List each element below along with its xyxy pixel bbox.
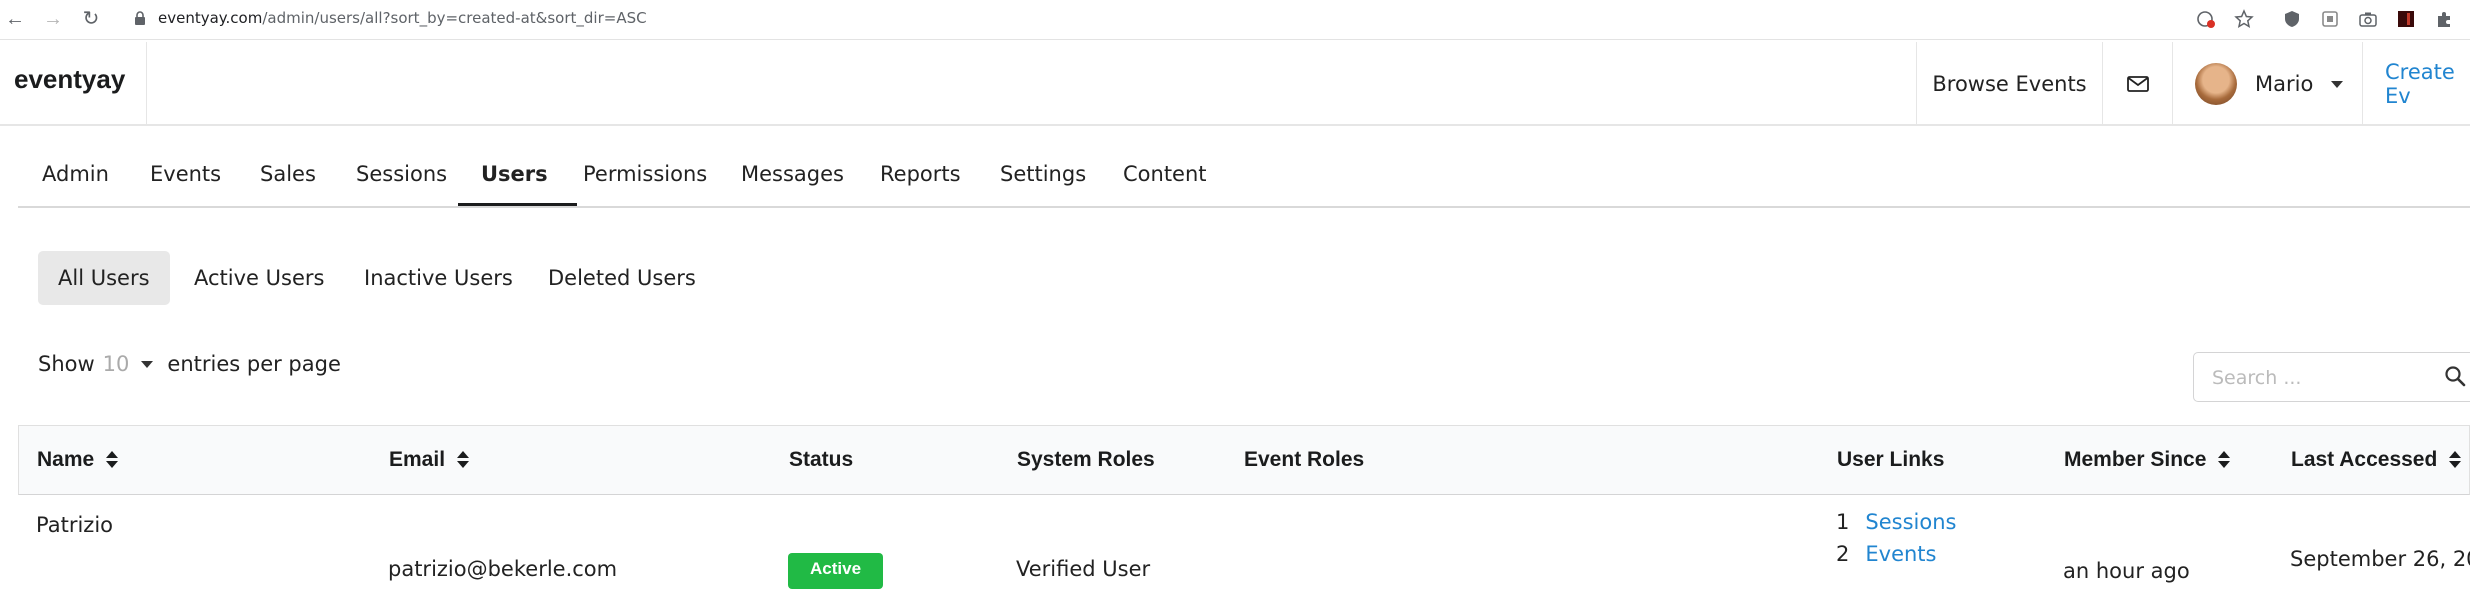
tab-users[interactable]: Users [481,162,548,186]
camera-icon[interactable] [2358,9,2378,29]
browse-events-link[interactable]: Browse Events [1916,42,2102,126]
table-header: Name Email Status System Roles Event Rol… [18,425,2470,495]
sort-icon[interactable] [106,450,119,470]
column-header-label: Status [789,448,854,471]
star-bookmark-icon[interactable] [2234,9,2254,29]
column-name[interactable]: Name [37,448,119,472]
subtab-label: Active Users [194,266,325,290]
tab-admin[interactable]: Admin [42,162,109,186]
subtab-deleted-users[interactable]: Deleted Users [528,251,716,305]
column-header-label: Last Accessed [2291,448,2438,471]
column-email[interactable]: Email [389,448,470,472]
entries-suffix: entries per page [167,352,341,376]
tab-sales[interactable]: Sales [260,162,316,186]
header-divider [146,42,147,126]
subtab-inactive-users[interactable]: Inactive Users [344,251,533,305]
search-icon[interactable] [2444,365,2466,387]
lock-icon [135,11,145,25]
cell-member-since: an hour ago [2063,559,2190,583]
column-last-accessed[interactable]: Last Accessed [2291,448,2462,472]
dark-extension-icon[interactable] [2396,9,2416,29]
shield-extension-icon[interactable] [2282,9,2302,29]
tab-content[interactable]: Content [1123,162,1207,186]
tab-messages[interactable]: Messages [741,162,844,186]
tab-sessions[interactable]: Sessions [356,162,447,186]
chevron-down-icon[interactable] [141,360,154,368]
cell-last-accessed: September 26, 2020 [2290,547,2470,571]
subtab-label: Deleted Users [548,266,696,290]
sessions-link[interactable]: Sessions [1865,510,1956,534]
url-host: eventyay.com [158,9,263,27]
sort-icon[interactable] [2218,450,2231,470]
cell-email: patrizio@bekerle.com [388,557,618,581]
app-header: eventyay Browse Events Mario Create Ev [0,42,2470,126]
column-header-label: User Links [1837,448,1945,471]
user-link-item: 1 Sessions [1836,510,1956,534]
user-link-item: 2 Events [1836,542,1936,566]
column-event-roles: Event Roles [1244,448,1364,472]
browser-toolbar: ← → ↻ eventyay.com/admin/users/all?sort_… [0,0,2470,40]
avatar [2195,63,2237,105]
envelope-icon [2126,76,2149,92]
browse-events-label: Browse Events [1932,72,2087,96]
back-icon[interactable]: ← [4,8,26,30]
column-member-since[interactable]: Member Since [2064,448,2231,472]
link-index: 2 [1836,542,1850,566]
column-header-label: Name [37,448,95,471]
table-row: Patrizio patrizio@bekerle.com Active Ver… [18,495,2470,589]
forward-icon[interactable]: → [42,8,64,30]
subtab-label: Inactive Users [364,266,513,290]
cookie-blocked-icon[interactable] [2196,9,2216,29]
subtab-label: All Users [58,266,150,290]
search-input[interactable]: Search ... [2193,352,2470,402]
puzzle-extensions-icon[interactable] [2434,9,2454,29]
entries-per-page: Show 10 entries per page [38,352,341,376]
messages-button[interactable] [2102,42,2172,126]
subtab-active-users[interactable]: Active Users [174,251,344,305]
cell-name: Patrizio [36,513,113,537]
reload-icon[interactable]: ↻ [80,8,102,30]
cell-system-roles: Verified User [1016,557,1151,581]
active-tab-indicator [458,203,577,206]
create-event-link[interactable]: Create Ev [2362,42,2470,126]
user-menu-dropdown[interactable]: Mario [2172,42,2362,126]
admin-tabs: Admin Events Sales Sessions Users Permis… [18,150,2470,208]
sort-icon[interactable] [2449,450,2462,470]
column-header-label: System Roles [1017,448,1155,471]
column-user-links: User Links [1837,448,1944,472]
tab-permissions[interactable]: Permissions [583,162,707,186]
show-label: Show [38,352,95,376]
sort-icon[interactable] [457,450,470,470]
create-event-label: Create Ev [2385,60,2455,108]
page-size-select[interactable]: 10 [103,352,130,376]
column-status: Status [789,448,853,472]
address-bar[interactable]: eventyay.com/admin/users/all?sort_by=cre… [158,9,647,27]
subtab-all-users[interactable]: All Users [38,251,170,305]
tab-settings[interactable]: Settings [1000,162,1086,186]
status-badge: Active [788,553,884,589]
user-name: Mario [2255,72,2314,96]
brand-logo[interactable]: eventyay [14,64,125,95]
column-header-label: Event Roles [1244,448,1365,471]
link-index: 1 [1836,510,1850,534]
column-header-label: Email [389,448,446,471]
chevron-down-icon [2331,80,2344,88]
tab-reports[interactable]: Reports [880,162,961,186]
extension-icon[interactable] [2320,9,2340,29]
events-link[interactable]: Events [1865,542,1936,566]
column-header-label: Member Since [2064,448,2207,471]
column-system-roles: System Roles [1017,448,1155,472]
url-path: /admin/users/all?sort_by=created-at&sort… [262,9,647,27]
tab-events[interactable]: Events [150,162,221,186]
